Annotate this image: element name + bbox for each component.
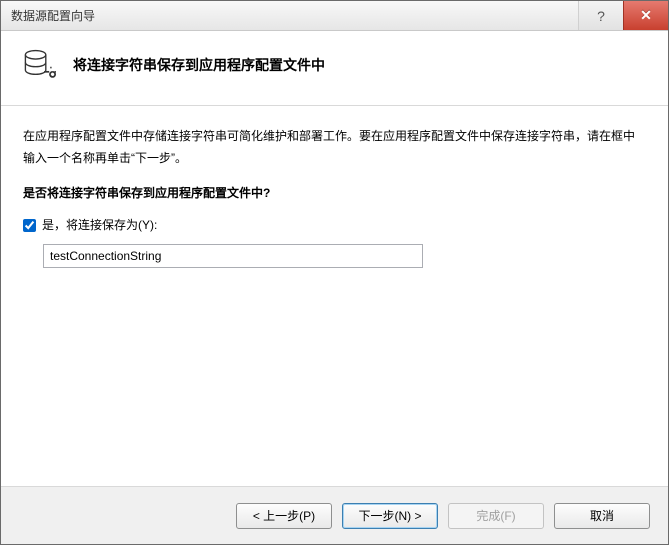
save-connection-checkbox-row[interactable]: 是，将连接保存为(Y): (23, 215, 646, 237)
connection-name-wrap (23, 244, 646, 268)
window-title: 数据源配置向导 (11, 7, 95, 24)
wizard-header: 将连接字符串保存到应用程序配置文件中 (1, 31, 668, 106)
cancel-button[interactable]: 取消 (554, 503, 650, 529)
connection-name-input[interactable] (43, 244, 423, 268)
question-text: 是否将连接字符串保存到应用程序配置文件中? (23, 183, 646, 205)
save-connection-checkbox[interactable] (23, 219, 36, 232)
back-button[interactable]: < 上一步(P) (236, 503, 332, 529)
title-buttons: ? ✕ (578, 1, 668, 30)
help-button[interactable]: ? (578, 1, 623, 30)
wizard-heading: 将连接字符串保存到应用程序配置文件中 (73, 47, 325, 75)
next-button[interactable]: 下一步(N) > (342, 503, 438, 529)
wizard-content: 在应用程序配置文件中存储连接字符串可简化维护和部署工作。要在应用程序配置文件中保… (1, 106, 668, 486)
wizard-footer: < 上一步(P) 下一步(N) > 完成(F) 取消 (1, 486, 668, 544)
database-icon (21, 47, 57, 83)
wizard-window: 数据源配置向导 ? ✕ 将连接字符串保存到应用程序配置文件中 在应用程序配置文件… (0, 0, 669, 545)
description-text: 在应用程序配置文件中存储连接字符串可简化维护和部署工作。要在应用程序配置文件中保… (23, 126, 646, 169)
checkbox-label: 是，将连接保存为(Y): (42, 215, 157, 237)
finish-button: 完成(F) (448, 503, 544, 529)
title-bar: 数据源配置向导 ? ✕ (1, 1, 668, 31)
help-icon: ? (597, 8, 605, 24)
close-button[interactable]: ✕ (623, 1, 668, 30)
close-icon: ✕ (640, 7, 652, 24)
